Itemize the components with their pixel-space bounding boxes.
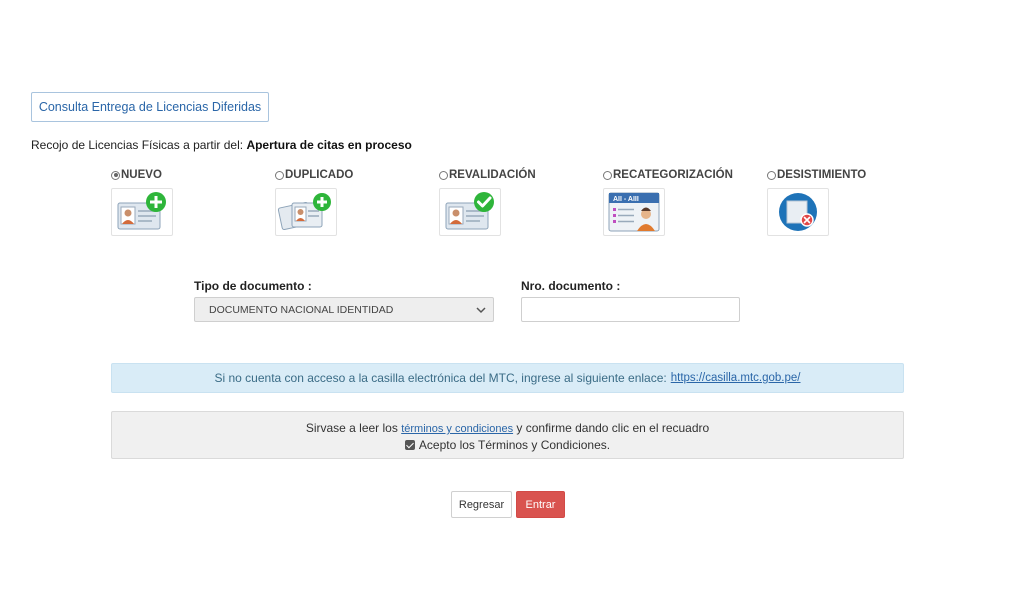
terms-text-before: Sirvase a leer los — [305, 421, 402, 435]
nro-documento-input[interactable] — [521, 297, 740, 322]
accept-terms-checkbox[interactable] — [404, 440, 415, 450]
casilla-info-text: Si no cuenta con acceso a la casilla ele… — [214, 371, 667, 385]
nro-documento-label: Nro. documento : — [521, 279, 621, 293]
license-duplicate-icon[interactable] — [275, 188, 337, 236]
recojo-status: Apertura de citas en proceso — [246, 138, 412, 152]
recojo-label: Recojo de Licencias Físicas a partir del… — [31, 138, 247, 152]
option-revalidacion[interactable]: REVALIDACIÓN — [439, 168, 536, 236]
license-check-icon[interactable] — [439, 188, 501, 236]
casilla-link[interactable]: https://casilla.mtc.gob.pe/ — [671, 372, 801, 384]
terms-link[interactable]: términos y condiciones — [401, 423, 513, 435]
entrar-button[interactable]: Entrar — [516, 491, 565, 518]
option-nuevo[interactable]: NUEVO — [111, 168, 173, 236]
license-add-icon[interactable] — [111, 188, 173, 236]
nuevo-radio[interactable] — [111, 170, 120, 180]
terms-panel: Sirvase a leer los términos y condicione… — [111, 411, 904, 459]
desistimiento-radio[interactable] — [767, 170, 776, 180]
tipo-documento-label: Tipo de documento : — [194, 279, 312, 293]
svg-text:AII - AIII: AII - AIII — [613, 196, 639, 203]
option-recategorizacion[interactable]: RECATEGORIZACIÓN AII - AIII — [603, 168, 733, 236]
option-label: DESISTIMIENTO — [777, 169, 867, 181]
tipo-documento-value: DOCUMENTO NACIONAL IDENTIDAD — [209, 303, 394, 316]
recojo-info: Recojo de Licencias Físicas a partir del… — [31, 138, 412, 152]
license-categories-icon[interactable]: AII - AIII — [603, 188, 665, 236]
option-label: RECATEGORIZACIÓN — [613, 169, 733, 181]
license-cancel-icon[interactable] — [767, 188, 829, 236]
option-duplicado[interactable]: DUPLICADO — [275, 168, 354, 236]
duplicado-radio[interactable] — [275, 170, 284, 180]
chevron-down-icon — [475, 304, 487, 319]
option-label: DUPLICADO — [285, 169, 354, 181]
casilla-info-alert: Si no cuenta con acceso a la casilla ele… — [111, 363, 904, 393]
regresar-button[interactable]: Regresar — [451, 491, 512, 518]
recategorizacion-radio[interactable] — [603, 170, 612, 180]
tipo-documento-select[interactable]: DOCUMENTO NACIONAL IDENTIDAD — [194, 297, 494, 322]
option-desistimiento[interactable]: DESISTIMIENTO — [767, 168, 867, 236]
option-label: REVALIDACIÓN — [449, 169, 536, 181]
accept-terms-label: Acepto los Términos y Condiciones. — [418, 438, 611, 452]
terms-text-after: y confirme dando clic en el recuadro — [513, 421, 710, 435]
revalidacion-radio[interactable] — [439, 170, 448, 180]
consulta-entrega-button[interactable]: Consulta Entrega de Licencias Diferidas — [31, 92, 269, 122]
option-label: NUEVO — [121, 169, 162, 181]
